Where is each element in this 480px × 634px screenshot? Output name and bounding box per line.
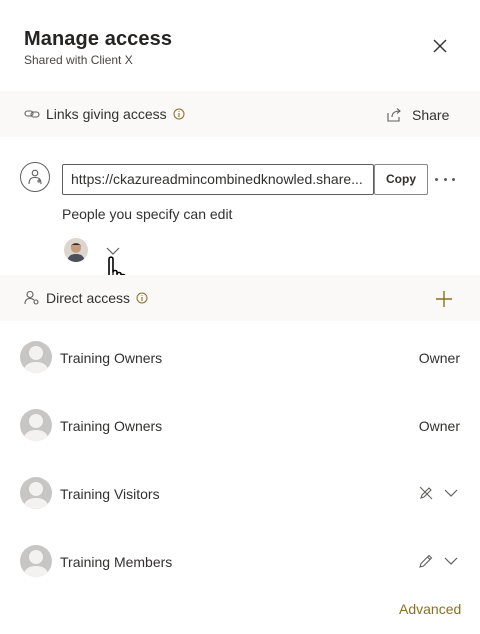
member-row[interactable]: Training Visitors — [0, 477, 480, 517]
share-button[interactable]: Share — [386, 104, 449, 126]
member-avatar — [20, 409, 52, 441]
panel-title: Manage access — [24, 28, 173, 50]
permission-dropdown[interactable] — [418, 553, 458, 569]
people-link-icon — [28, 169, 42, 185]
member-row[interactable]: Training Owners Owner — [0, 409, 480, 449]
panel-subtitle: Shared with Client X — [24, 53, 133, 67]
link-people-avatar — [20, 162, 50, 192]
share-icon — [387, 108, 401, 122]
links-section-label: Links giving access — [46, 106, 167, 122]
chevron-down-icon — [444, 489, 458, 497]
member-name: Training Owners — [60, 418, 163, 434]
member-name: Training Visitors — [60, 486, 160, 502]
user-photo-icon — [64, 238, 88, 262]
info-icon[interactable] — [136, 292, 148, 304]
shared-user-avatar[interactable] — [64, 238, 88, 262]
plus-icon — [436, 291, 452, 307]
member-row[interactable]: Training Members — [0, 545, 480, 585]
copy-button[interactable]: Copy — [374, 164, 428, 195]
member-role: Owner — [418, 350, 460, 366]
advanced-link[interactable]: Advanced — [399, 601, 461, 617]
member-name: Training Owners — [60, 350, 163, 366]
direct-section-title: Direct access — [24, 288, 148, 308]
no-edit-icon — [419, 486, 433, 500]
share-label: Share — [412, 107, 450, 123]
chevron-down-icon — [444, 557, 458, 565]
more-options-button[interactable] — [435, 170, 455, 188]
permission-dropdown[interactable] — [418, 485, 458, 501]
close-button[interactable] — [430, 36, 450, 56]
member-row[interactable]: Training Owners Owner — [0, 341, 480, 381]
links-section-title: Links giving access — [24, 104, 185, 124]
add-direct-access-button[interactable] — [435, 290, 453, 313]
member-avatar — [20, 477, 52, 509]
close-icon[interactable] — [430, 36, 450, 56]
direct-section-label: Direct access — [46, 290, 131, 306]
member-name: Training Members — [60, 554, 173, 570]
member-avatar — [20, 545, 52, 577]
more-dot — [452, 177, 455, 181]
member-avatar — [20, 341, 52, 373]
link-permission-text: People you specify can edit — [62, 206, 233, 222]
info-icon[interactable] — [173, 108, 185, 120]
more-dot — [435, 177, 438, 181]
edit-icon — [419, 554, 433, 568]
link-icon — [24, 110, 40, 118]
person-icon — [24, 290, 39, 305]
link-url-field[interactable]: https://ckazureadmincombinedknowled.shar… — [62, 164, 374, 195]
more-dot — [443, 177, 447, 181]
member-role: Owner — [418, 418, 460, 434]
